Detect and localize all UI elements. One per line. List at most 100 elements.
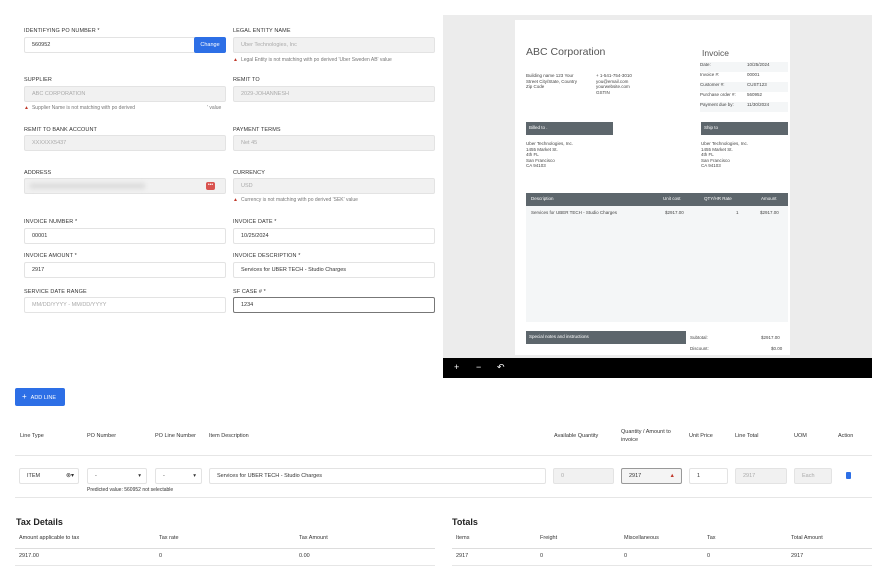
item-unit-cost: $2917.00: [665, 210, 684, 215]
totals-header: Freight: [540, 535, 558, 541]
line-total-input: 2917: [735, 468, 787, 484]
totals-header: Tax: [707, 535, 716, 541]
bank-account-input: XXXXXX5437: [24, 135, 226, 151]
discount-value: $0.00: [771, 346, 783, 351]
service-date-input[interactable]: MM/DD/YYYY - MM/DD/YYYY: [24, 297, 226, 313]
bank-account-label: REMIT TO BANK ACCOUNT: [24, 127, 98, 133]
totals-header: Items: [456, 535, 470, 541]
invoice-description-label: INVOICE DESCRIPTION *: [233, 253, 301, 259]
address-label: ADDRESS: [24, 170, 52, 176]
notes-bar: Special notes and instructions: [526, 331, 686, 344]
item-description-input[interactable]: Services for UBER TECH - Studio Charges: [209, 468, 546, 484]
supplier-label: SUPPLIER: [24, 77, 53, 83]
col-unit-price: Unit Price: [689, 433, 713, 439]
zoom-in-icon[interactable]: +: [454, 362, 459, 372]
tax-value: 0.00: [299, 553, 310, 559]
col-po-line: PO Line Number: [155, 433, 196, 439]
invoice-amount-label: INVOICE AMOUNT *: [24, 253, 77, 259]
discount-label: Discount:: [690, 346, 709, 351]
clear-chevron-icon[interactable]: ⊗▾: [66, 469, 74, 483]
supplier-warning-tail: ' value: [207, 105, 222, 111]
currency-input: USD: [233, 178, 435, 194]
tax-value: 2917.00: [19, 553, 39, 559]
zoom-out-icon[interactable]: −: [476, 362, 481, 372]
table-header: Description Unit cost QTY/HR Rate Amount: [526, 193, 788, 206]
remit-to-label: REMIT TO: [233, 77, 260, 83]
totals-value: 0: [624, 553, 628, 559]
legal-entity-warning: Legal Entity is not matching with po der…: [240, 57, 392, 63]
col-item-description: Item Description: [209, 433, 249, 439]
col-available-qty: Available Quantity: [554, 433, 599, 439]
po-line-select[interactable]: - ▾: [155, 468, 202, 484]
available-qty-input: 0: [553, 468, 614, 484]
legal-entity-label: LEGAL ENTITY NAME: [233, 28, 291, 34]
po-number-label: IDENTIFYING PO NUMBER *: [24, 28, 100, 34]
payment-terms-label: PAYMENT TERMS: [233, 127, 281, 133]
currency-label: CURRENCY: [233, 170, 265, 176]
subtotal-label: Subtotal:: [690, 335, 708, 340]
plus-icon: +: [22, 392, 27, 401]
preview-toolbar: + − ↶: [443, 358, 872, 378]
col-action: Action: [838, 433, 854, 439]
col-quantity: Quantity / Amount to invoice: [621, 429, 671, 443]
totals-title: Totals: [452, 517, 478, 527]
col-line-type: Line Type: [20, 433, 44, 439]
col-uom: UOM: [794, 433, 807, 439]
invoice-description-input[interactable]: Services for UBER TECH - Studio Charges: [233, 262, 435, 278]
totals-header: Miscellaneous: [624, 535, 659, 541]
rotate-icon[interactable]: ↶: [497, 362, 505, 373]
legal-entity-input: Uber Technologies, Inc: [233, 37, 435, 53]
totals-header: Total Amount: [791, 535, 823, 541]
col-line-total: Line Total: [735, 433, 759, 439]
col-po-number: PO Number: [87, 433, 117, 439]
supplier-input: ABC CORPORATION: [24, 86, 226, 102]
tax-details-title: Tax Details: [16, 517, 63, 527]
line-type-select[interactable]: ITEM ⊗▾: [19, 468, 79, 484]
sf-case-input[interactable]: 1234: [233, 297, 435, 313]
add-line-button[interactable]: + ADD LINE: [15, 388, 65, 406]
chevron-down-icon: ▾: [138, 473, 141, 479]
chevron-down-icon: ▾: [193, 473, 196, 479]
warning-icon: ▲: [669, 473, 675, 479]
invoice-date-input[interactable]: 10/25/2024: [233, 228, 435, 244]
totals-value: 2917: [791, 553, 804, 559]
line-items-table: Description Unit cost QTY/HR Rate Amount…: [526, 193, 788, 322]
predicted-value-hint: Predicted value: 560952 not selectable: [87, 487, 174, 493]
add-line-label: ADD LINE: [30, 395, 57, 401]
item-amount: $2917.00: [760, 210, 779, 215]
quantity-input[interactable]: 2917 ▲: [621, 468, 682, 484]
subtotal-value: $2917.00: [761, 335, 780, 340]
change-po-button[interactable]: Change: [194, 37, 226, 53]
currency-warning: Currency is not matching with po derived…: [240, 197, 358, 203]
invoice-number-label: INVOICE NUMBER *: [24, 219, 78, 225]
totals-value: 2917: [456, 553, 469, 559]
invoice-title: Invoice: [702, 48, 729, 58]
company-address: Building name 123 Your Street City/State,…: [526, 73, 578, 89]
payment-terms-input: Net 45: [233, 135, 435, 151]
warning-icon: ▲: [233, 57, 238, 63]
company-contact: + 1-541-754-3010 you@email.com yourwebsite…: [596, 73, 632, 95]
item-qty: 1: [736, 210, 739, 215]
more-icon[interactable]: •••: [206, 182, 215, 190]
billed-to-address: Uber Technologies, Inc. 1455 Market St. 4t…: [526, 141, 573, 168]
company-name: ABC Corporation: [526, 46, 606, 58]
blurred-address: [30, 183, 145, 189]
invoice-number-input[interactable]: 00001: [24, 228, 226, 244]
tax-header: Tax Amount: [299, 535, 328, 541]
po-number-select[interactable]: - ▾: [87, 468, 147, 484]
billed-to-bar: Billed to .: [526, 122, 613, 135]
service-date-label: SERVICE DATE RANGE: [24, 289, 87, 295]
delete-icon[interactable]: [846, 472, 851, 479]
invoice-document: ABC Corporation Building name 123 Your St…: [515, 20, 790, 355]
item-description: Services for UBER TECH - Studio Charges: [531, 210, 617, 215]
remit-to-input: 2029-JOHANNESH: [233, 86, 435, 102]
supplier-warning: Supplier Name is not matching with po de…: [31, 105, 136, 111]
totals-value: 0: [540, 553, 544, 559]
uom-input: Each: [794, 468, 832, 484]
ship-to-bar: Ship to: [701, 122, 788, 135]
invoice-preview: ABC Corporation Building name 123 Your St…: [443, 15, 872, 378]
sf-case-label: SF CASE # *: [233, 289, 266, 295]
invoice-amount-input[interactable]: 2917: [24, 262, 226, 278]
tax-header: Amount applicable to tax: [19, 535, 80, 541]
unit-price-input[interactable]: 1: [689, 468, 728, 484]
